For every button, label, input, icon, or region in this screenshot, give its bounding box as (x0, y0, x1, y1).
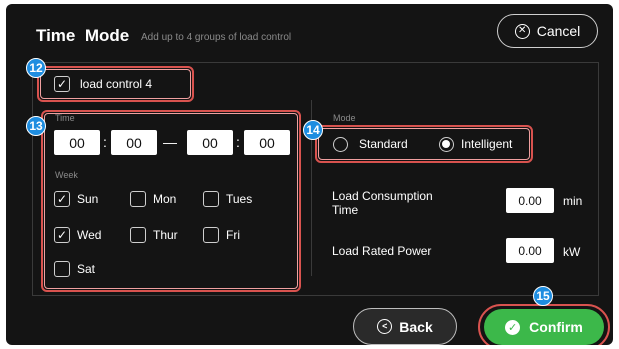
load-control-label: load control 4 (80, 77, 153, 91)
load-consumption-label-line1: Load Consumption (332, 189, 433, 203)
check-circle-icon: ✓ (505, 319, 521, 335)
confirm-button[interactable]: ✓ Confirm (484, 309, 604, 345)
load-rated-power-unit: kW (563, 245, 581, 259)
mode-label: Mode (333, 113, 356, 123)
mode-intelligent-radio[interactable] (439, 137, 454, 152)
confirm-label: Confirm (529, 319, 583, 335)
end-hour-input[interactable]: 00 (187, 130, 233, 155)
mode-standard-radio[interactable] (333, 137, 348, 152)
load-rated-power-label: Load Rated Power (332, 244, 432, 258)
day-tues-checkbox[interactable] (203, 191, 219, 207)
callout-badge-14: 14 (303, 120, 323, 140)
cancel-label: Cancel (536, 23, 581, 39)
day-wed-label: Wed (77, 228, 102, 242)
cancel-button[interactable]: ✕ Cancel (497, 14, 598, 48)
start-colon: : (103, 134, 107, 150)
start-minute-input[interactable]: 00 (111, 130, 157, 155)
page-title: Time Mode (36, 26, 130, 45)
load-consumption-label-line2: Time (332, 203, 359, 217)
end-minute-input[interactable]: 00 (244, 130, 290, 155)
day-wed-checkbox[interactable]: ✓ (54, 227, 70, 243)
time-label: Time (55, 113, 75, 123)
load-consumption-input[interactable]: 0.00 (506, 188, 554, 213)
load-rated-power-input[interactable]: 0.00 (506, 238, 554, 263)
back-button[interactable]: < Back (353, 308, 457, 345)
page-subtitle: Add up to 4 groups of load control (141, 32, 292, 43)
day-mon-checkbox[interactable] (130, 191, 146, 207)
day-fri-label: Fri (226, 228, 240, 242)
day-sun-label: Sun (77, 192, 99, 206)
day-tues-label: Tues (226, 192, 253, 206)
day-sat-label: Sat (77, 262, 96, 276)
back-arrow-icon: < (377, 319, 393, 334)
start-hour-input[interactable]: 00 (54, 130, 100, 155)
load-consumption-unit: min (563, 194, 583, 208)
day-mon-label: Mon (153, 192, 177, 206)
day-thur-checkbox[interactable] (130, 227, 146, 243)
day-sun-checkbox[interactable]: ✓ (54, 191, 70, 207)
mode-intelligent-label: Intelligent (461, 137, 513, 151)
time-range-dash: — (163, 134, 177, 150)
back-label: Back (399, 318, 433, 335)
end-colon: : (236, 134, 240, 150)
callout-badge-13: 13 (26, 116, 46, 136)
week-label: Week (55, 170, 78, 180)
callout-badge-12: 12 (26, 58, 46, 78)
day-fri-checkbox[interactable] (203, 227, 219, 243)
x-circle-icon: ✕ (514, 23, 530, 39)
day-thur-label: Thur (153, 228, 178, 242)
mode-standard-label: Standard (359, 137, 408, 151)
day-sat-checkbox[interactable] (54, 261, 70, 277)
load-control-checkbox[interactable]: ✓ (54, 76, 70, 92)
time-mode-screen: Time Mode Add up to 4 groups of load con… (6, 4, 613, 345)
callout-badge-15: 15 (533, 286, 553, 306)
